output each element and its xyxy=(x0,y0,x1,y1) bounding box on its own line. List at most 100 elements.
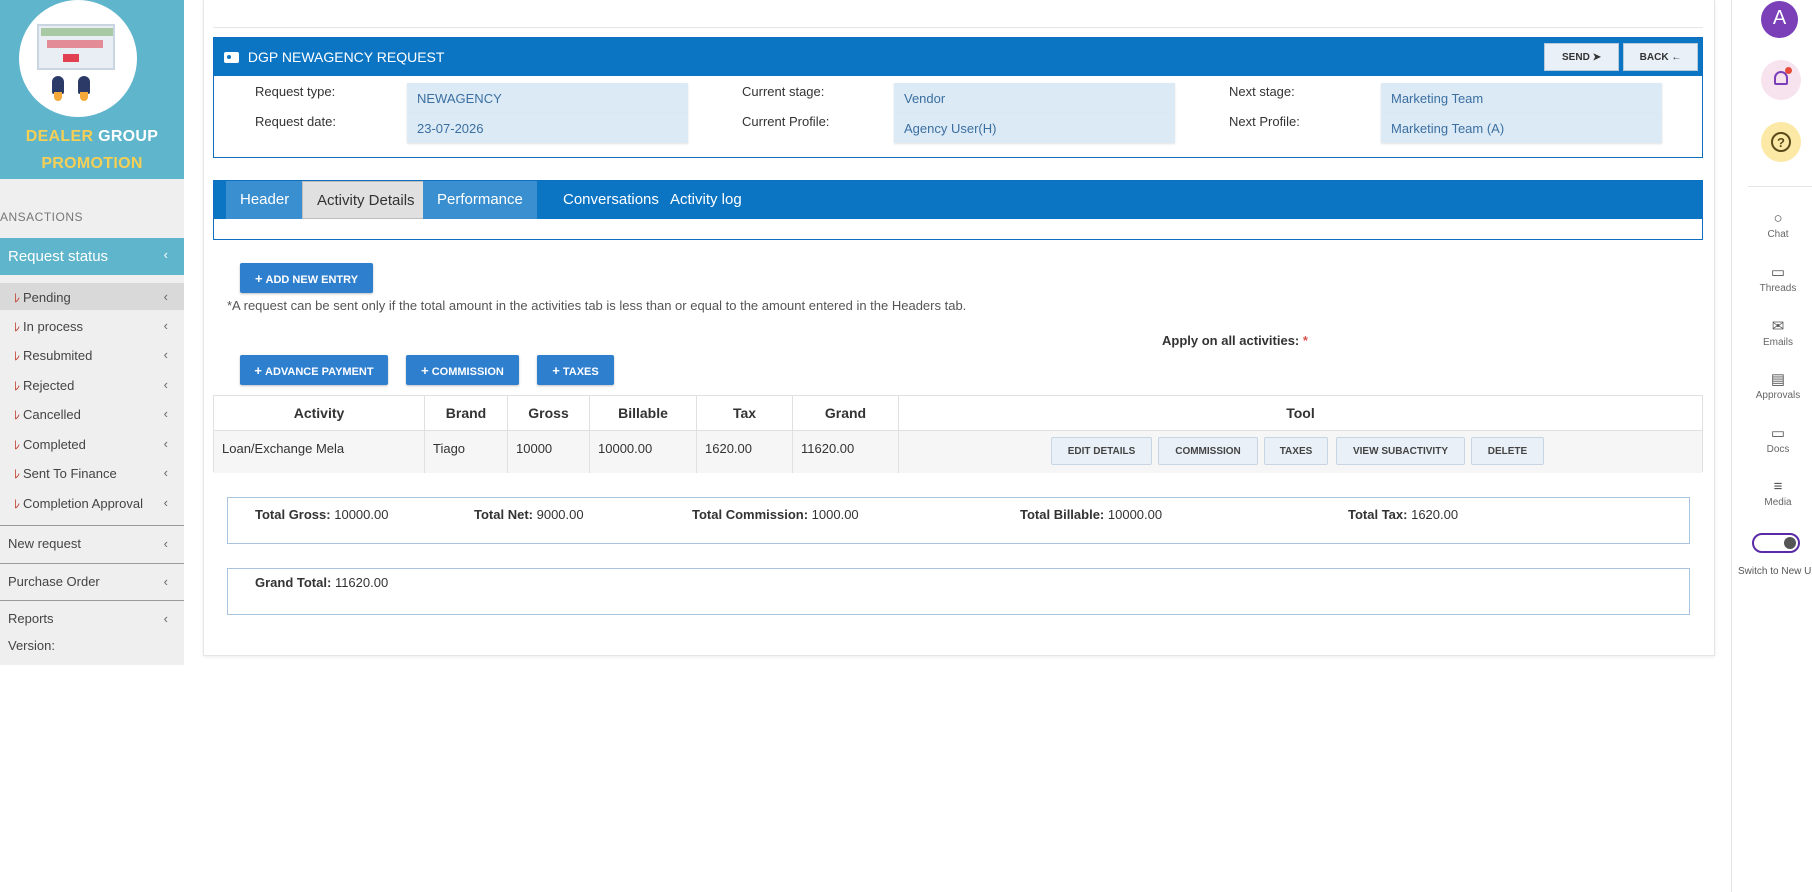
mail-icon: ✉ xyxy=(1771,318,1785,335)
chevron-left-icon: ‹ xyxy=(163,318,168,333)
notification-dot xyxy=(1785,67,1792,74)
database-icon: ≡ xyxy=(1773,478,1783,495)
flag-icon: ﾚ xyxy=(14,438,21,452)
tab-performance[interactable]: Performance xyxy=(423,181,537,219)
menu-reports[interactable]: Reports ‹ xyxy=(0,600,184,635)
current-stage-label: Current stage: xyxy=(742,84,825,99)
status-item-rejected[interactable]: ﾚ Rejected ‹ xyxy=(0,371,184,398)
commission-button[interactable]: + COMMISSION xyxy=(406,355,519,385)
totals-box xyxy=(227,497,1690,544)
flag-icon: ﾚ xyxy=(14,291,21,305)
request-title: DGP NEWAGENCY REQUEST xyxy=(247,49,445,65)
flag-icon: ﾚ xyxy=(14,497,21,511)
col-header-brand: Brand xyxy=(425,396,508,430)
rail-threads[interactable]: ▭ Threads xyxy=(1744,264,1812,295)
flag-icon: ﾚ xyxy=(14,320,21,334)
tab-activity-details[interactable]: Activity Details xyxy=(302,181,430,219)
delete-button[interactable]: DELETE xyxy=(1471,437,1544,465)
back-button[interactable]: BACK ← xyxy=(1623,43,1698,71)
send-icon: ➤ xyxy=(1592,52,1601,63)
current-profile-field: Agency User(H) xyxy=(894,113,1175,143)
send-button[interactable]: SEND ➤ xyxy=(1544,43,1619,71)
request-card-header: DGP NEWAGENCY REQUEST xyxy=(214,38,1702,76)
chat-icon: ○ xyxy=(1773,210,1783,227)
current-profile-label: Current Profile: xyxy=(742,114,830,129)
request-date-field: 23-07-2026 xyxy=(407,113,688,143)
tab-activity-log[interactable]: Activity log xyxy=(656,181,756,219)
brand-title: DEALER GROUP xyxy=(25,128,159,145)
plus-icon: + xyxy=(421,363,429,378)
rail-media[interactable]: ≡ Media xyxy=(1744,478,1812,509)
total-gross: Total Gross: 10000.00 xyxy=(255,507,389,522)
rail-docs[interactable]: ▭ Docs xyxy=(1744,425,1812,456)
tabs-card: Header Activity Details Performance Conv… xyxy=(213,180,1703,240)
col-header-billable: Billable xyxy=(590,396,697,430)
chevron-left-icon: ‹ xyxy=(163,611,168,626)
request-status-toggle[interactable]: Request status ‹ xyxy=(0,238,184,275)
rocket-icon xyxy=(78,76,90,101)
request-type-label: Request type: xyxy=(255,84,336,99)
advance-payment-button[interactable]: + ADVANCE PAYMENT xyxy=(240,355,388,385)
cell-tax: 1620.00 xyxy=(697,430,793,473)
flag-icon: ﾚ xyxy=(14,467,21,481)
status-item-in-process[interactable]: ﾚ In process ‹ xyxy=(0,312,184,339)
next-profile-field: Marketing Team (A) xyxy=(1381,113,1662,143)
chevron-left-icon: ‹ xyxy=(163,347,168,362)
folder-icon: ▭ xyxy=(1770,425,1786,442)
total-commission: Total Commission: 1000.00 xyxy=(692,507,859,522)
status-item-completed[interactable]: ﾚ Completed ‹ xyxy=(0,430,184,457)
rail-approvals[interactable]: ▤ Approvals xyxy=(1744,372,1812,402)
chevron-left-icon: ‹ xyxy=(163,289,168,304)
cell-gross: 10000 xyxy=(508,430,590,473)
taxes-button[interactable]: + TAXES xyxy=(537,355,614,385)
chevron-left-icon: ‹ xyxy=(163,495,168,510)
threads-icon: ▭ xyxy=(1770,264,1786,281)
status-item-pending[interactable]: ﾚ Pending ‹ xyxy=(0,283,184,310)
help-icon[interactable]: ? xyxy=(1761,122,1801,162)
avatar[interactable]: A xyxy=(1761,1,1798,38)
add-new-entry-button[interactable]: + ADD NEW ENTRY xyxy=(240,263,373,293)
chevron-left-icon: ‹ xyxy=(163,247,168,262)
menu-new-request[interactable]: New request ‹ xyxy=(0,525,184,560)
rail-emails[interactable]: ✉ Emails xyxy=(1744,318,1812,349)
edit-details-button[interactable]: EDIT DETAILS xyxy=(1051,437,1152,465)
col-header-tax: Tax xyxy=(697,396,793,430)
plus-icon: + xyxy=(254,363,262,378)
col-header-tool: Tool xyxy=(1286,405,1315,421)
flag-icon: ﾚ xyxy=(14,408,21,422)
logo-window-illustration xyxy=(37,24,115,70)
cell-billable: 10000.00 xyxy=(590,430,697,473)
divider xyxy=(213,27,1703,28)
chevron-left-icon: ‹ xyxy=(163,574,168,589)
plus-icon: + xyxy=(254,271,263,286)
rocket-icon xyxy=(52,76,64,101)
menu-purchase-order[interactable]: Purchase Order ‹ xyxy=(0,563,184,598)
version-label: Version: xyxy=(8,638,55,653)
activity-note: *A request can be sent only if the total… xyxy=(227,298,967,313)
status-item-completion-approval[interactable]: ﾚ Completion Approval ‹ xyxy=(0,489,184,516)
next-stage-label: Next stage: xyxy=(1229,84,1295,99)
status-item-sent-to-finance[interactable]: ﾚ Sent To Finance ‹ xyxy=(0,459,184,486)
row-taxes-button[interactable]: TAXES xyxy=(1264,437,1328,465)
brand-logo xyxy=(19,0,137,117)
chevron-left-icon: ‹ xyxy=(163,406,168,421)
grand-total: Grand Total: 11620.00 xyxy=(255,575,389,590)
cell-activity: Loan/Exchange Mela xyxy=(214,430,425,473)
total-net: Total Net: 9000.00 xyxy=(474,507,584,522)
view-subactivity-button[interactable]: VIEW SUBACTIVITY xyxy=(1336,437,1465,465)
status-item-resubmited[interactable]: ﾚ Resubmited ‹ xyxy=(0,341,184,368)
flag-icon: ﾚ xyxy=(14,379,21,393)
tab-conversations[interactable]: Conversations xyxy=(549,181,673,219)
grand-total-box xyxy=(227,568,1690,615)
tab-header[interactable]: Header xyxy=(226,181,304,219)
rail-chat[interactable]: ○ Chat xyxy=(1744,210,1812,241)
chevron-left-icon: ‹ xyxy=(163,536,168,551)
status-item-cancelled[interactable]: ﾚ Cancelled ‹ xyxy=(0,400,184,427)
sidebar: DEALER GROUP PROMOTION ANSACTIONS Reques… xyxy=(0,0,184,665)
row-commission-button[interactable]: COMMISSION xyxy=(1158,437,1258,465)
col-header-activity: Activity xyxy=(214,396,425,430)
notification-bell-icon[interactable] xyxy=(1761,60,1801,100)
new-ui-toggle[interactable] xyxy=(1752,533,1800,553)
section-label: ANSACTIONS xyxy=(0,210,84,224)
chevron-left-icon: ‹ xyxy=(163,377,168,392)
